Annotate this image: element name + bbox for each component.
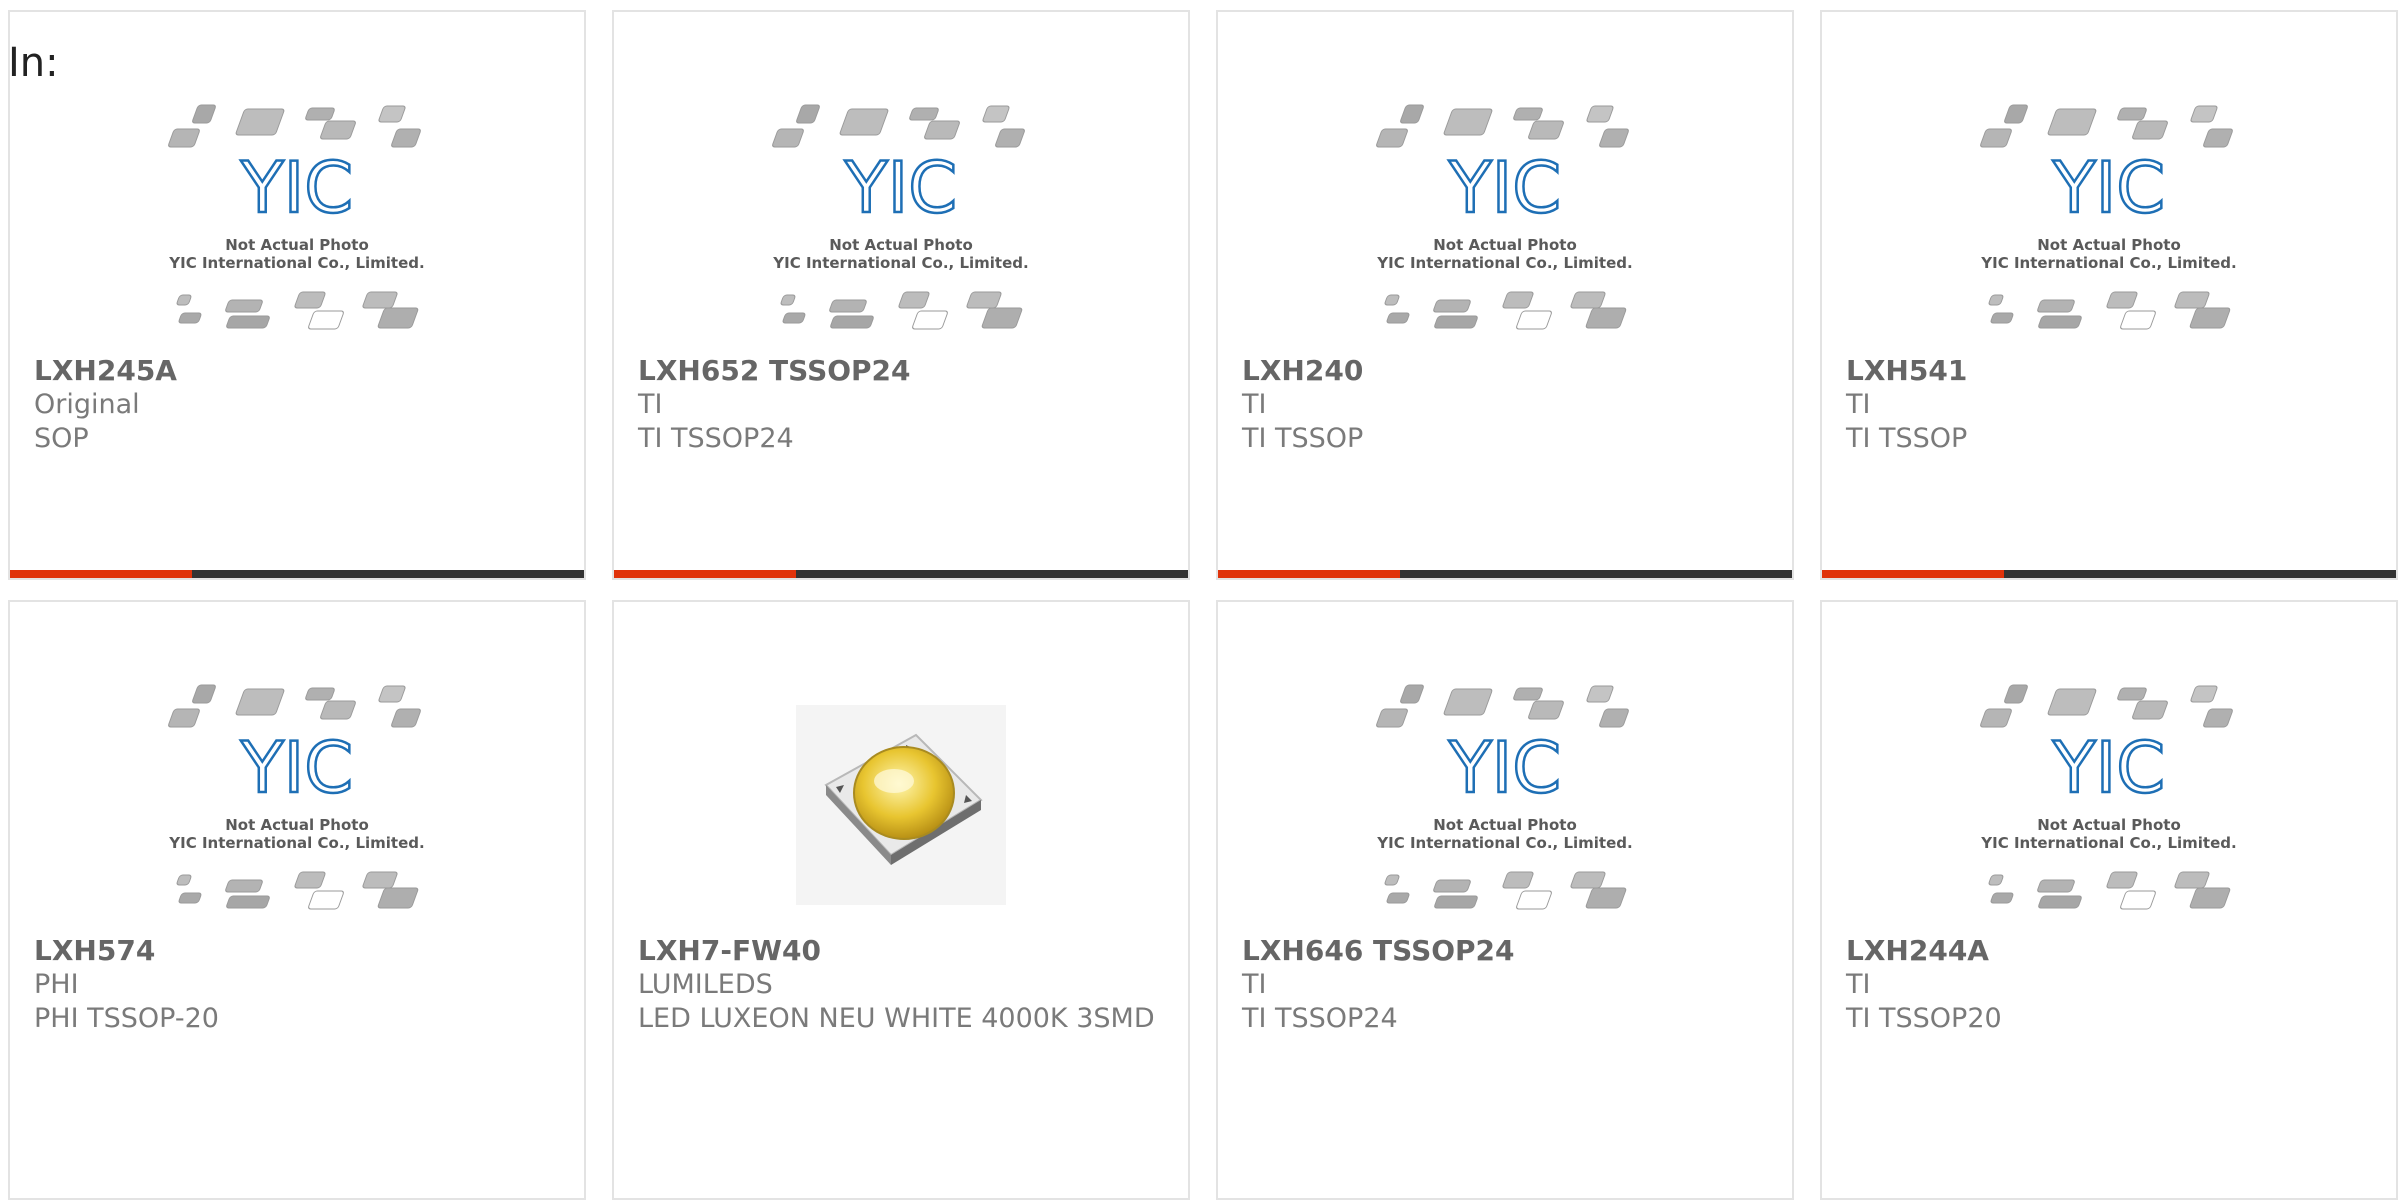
product-info: LXH574 PHI PHI TSSOP-20 <box>34 934 560 1036</box>
product-image[interactable]: YIC Not Actual Photo YIC International Co.… <box>10 680 584 930</box>
svg-text:Not Actual Photo: Not Actual Photo <box>829 236 973 254</box>
svg-text:YIC International Co., Limited: YIC International Co., Limited. <box>1376 834 1632 852</box>
product-card[interactable]: YIC Not Actual Photo YIC International Co.… <box>8 10 586 580</box>
svg-text:YIC International Co., Limited: YIC International Co., Limited. <box>168 254 424 272</box>
product-image[interactable]: YIC Not Actual Photo YIC International Co.… <box>1218 680 1792 930</box>
product-manufacturer: TI <box>638 389 663 420</box>
svg-text:Not Actual Photo: Not Actual Photo <box>1433 816 1577 834</box>
product-part-number[interactable]: LXH652 TSSOP24 <box>638 354 1164 388</box>
svg-text:Not Actual Photo: Not Actual Photo <box>1433 236 1577 254</box>
product-manufacturer: TI <box>1846 389 1871 420</box>
product-description: SOP <box>34 423 89 454</box>
product-card[interactable]: YIC Not Actual Photo YIC International Co.… <box>1820 10 2398 580</box>
yic-logo-icon: YIC <box>2052 147 2165 229</box>
led-product-photo <box>796 705 1006 905</box>
product-description: LED LUXEON NEU WHITE 4000K 3SMD <box>638 1003 1155 1034</box>
product-info: LXH652 TSSOP24 TI TI TSSOP24 <box>638 354 1164 456</box>
product-grid: YIC Not Actual Photo YIC International Co.… <box>0 0 2400 1200</box>
yic-logo-icon: YIC <box>1448 147 1561 229</box>
yic-logo-icon: YIC <box>240 727 353 809</box>
product-manufacturer: TI <box>1846 969 1871 1000</box>
product-image[interactable]: YIC Not Actual Photo YIC International Co.… <box>614 100 1188 350</box>
not-actual-photo-placeholder: YIC Not Actual PhotoYIC International Co.… <box>1376 684 1633 910</box>
product-manufacturer: PHI <box>34 969 79 1000</box>
product-part-number[interactable]: LXH245A <box>34 354 560 388</box>
product-manufacturer: TI <box>1242 969 1267 1000</box>
product-image[interactable]: YIC Not Actual Photo YIC International Co.… <box>1822 100 2396 350</box>
card-accent-bar <box>614 570 1188 578</box>
product-info: LXH245A Original SOP <box>34 354 560 456</box>
product-description: TI TSSOP <box>1242 423 1364 454</box>
product-part-number[interactable]: LXH646 TSSOP24 <box>1242 934 1768 968</box>
product-info: LXH541 TI TI TSSOP <box>1846 354 2372 456</box>
svg-text:Not Actual Photo: Not Actual Photo <box>2037 236 2181 254</box>
svg-text:YIC International Co., Limited: YIC International Co., Limited. <box>1980 254 2236 272</box>
svg-text:YIC International Co., Limited: YIC International Co., Limited. <box>772 254 1028 272</box>
page-heading: In: <box>8 40 59 86</box>
product-info: LXH7-FW40 LUMILEDS LED LUXEON NEU WHITE … <box>638 934 1164 1036</box>
card-accent-bar <box>1218 570 1792 578</box>
product-part-number[interactable]: LXH574 <box>34 934 560 968</box>
product-info: LXH646 TSSOP24 TI TI TSSOP24 <box>1242 934 1768 1036</box>
product-description: TI TSSOP <box>1846 423 1968 454</box>
product-part-number[interactable]: LXH240 <box>1242 354 1768 388</box>
not-actual-photo-placeholder: YIC Not Actual PhotoYIC International Co.… <box>168 104 425 330</box>
product-card[interactable]: YIC Not Actual Photo YIC International Co.… <box>612 10 1190 580</box>
product-info: LXH244A TI TI TSSOP20 <box>1846 934 2372 1036</box>
svg-text:YIC International Co., Limited: YIC International Co., Limited. <box>1980 834 2236 852</box>
product-description: TI TSSOP24 <box>638 423 794 454</box>
product-image[interactable] <box>614 680 1188 930</box>
not-actual-photo-placeholder: YIC Not Actual PhotoYIC International Co.… <box>1980 104 2237 330</box>
card-accent-bar <box>10 570 584 578</box>
product-card[interactable]: YIC Not Actual Photo YIC International Co.… <box>8 600 586 1200</box>
svg-text:Not Actual Photo: Not Actual Photo <box>2037 816 2181 834</box>
product-card[interactable]: YIC Not Actual Photo YIC International Co.… <box>1216 600 1794 1200</box>
not-actual-photo-placeholder: YIC Not Actual PhotoYIC International Co.… <box>1980 684 2237 910</box>
product-part-number[interactable]: LXH541 <box>1846 354 2372 388</box>
product-image[interactable]: YIC Not Actual Photo YIC International Co.… <box>1218 100 1792 350</box>
svg-text:Not Actual Photo: Not Actual Photo <box>225 816 369 834</box>
yic-logo-icon: YIC <box>2052 727 2165 809</box>
product-card[interactable]: YIC Not Actual Photo YIC International Co.… <box>1216 10 1794 580</box>
yic-logo-icon: YIC <box>844 147 957 229</box>
product-manufacturer: TI <box>1242 389 1267 420</box>
not-actual-photo-placeholder: YIC Not Actual PhotoYIC International Co.… <box>772 104 1029 330</box>
yic-logo-icon: YIC <box>1448 727 1561 809</box>
card-accent-bar <box>1822 570 2396 578</box>
product-info: LXH240 TI TI TSSOP <box>1242 354 1768 456</box>
product-manufacturer: Original <box>34 389 140 420</box>
product-part-number[interactable]: LXH7-FW40 <box>638 934 1164 968</box>
yic-logo-icon: YIC <box>240 147 353 229</box>
product-image[interactable]: YIC Not Actual Photo YIC International Co.… <box>10 100 584 350</box>
product-manufacturer: LUMILEDS <box>638 969 773 1000</box>
product-card[interactable]: YIC Not Actual Photo YIC International Co.… <box>1820 600 2398 1200</box>
svg-text:YIC International Co., Limited: YIC International Co., Limited. <box>168 834 424 852</box>
product-part-number[interactable]: LXH244A <box>1846 934 2372 968</box>
svg-text:Not Actual Photo: Not Actual Photo <box>225 236 369 254</box>
product-card[interactable]: LXH7-FW40 LUMILEDS LED LUXEON NEU WHITE … <box>612 600 1190 1200</box>
product-image[interactable]: YIC Not Actual Photo YIC International Co.… <box>1822 680 2396 930</box>
product-description: TI TSSOP20 <box>1846 1003 2002 1034</box>
svg-text:YIC International Co., Limited: YIC International Co., Limited. <box>1376 254 1632 272</box>
product-description: TI TSSOP24 <box>1242 1003 1398 1034</box>
not-actual-photo-placeholder: YIC Not Actual PhotoYIC International Co.… <box>1376 104 1633 330</box>
product-description: PHI TSSOP-20 <box>34 1003 219 1034</box>
not-actual-photo-placeholder: YIC Not Actual PhotoYIC International Co.… <box>168 684 425 910</box>
